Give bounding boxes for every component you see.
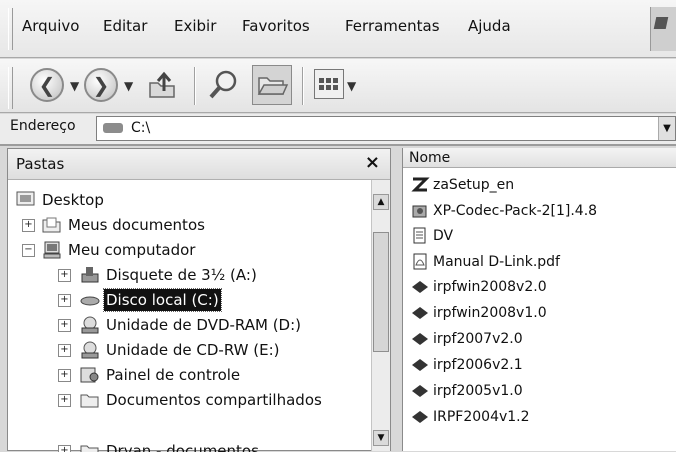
arrow-left-icon: ❮ [38, 73, 56, 97]
tree-item-documentos-compartilhados[interactable]: + Documentos compartilhados [58, 389, 368, 413]
file-name: irpfwin2008v2.0 [433, 279, 547, 295]
toolbar-grip[interactable] [8, 8, 13, 50]
cd-drive-icon [81, 341, 99, 359]
zonealarm-icon [411, 177, 430, 192]
hard-drive-icon [80, 296, 100, 306]
program-icon [412, 333, 428, 345]
address-bar: Endereço C:\ ▼ [0, 114, 676, 146]
computer-icon [43, 241, 61, 259]
file-name: irpf2005v1.0 [433, 383, 523, 399]
tree-item-label: Disco local (C:) [103, 288, 222, 312]
tree-item-cd-rw[interactable]: + Unidade de CD-RW (E:) [58, 339, 368, 363]
file-name: XP-Codec-Pack-2[1].4.8 [433, 203, 598, 219]
forward-button[interactable]: ❯ [84, 68, 118, 102]
tree-item-label: Unidade de CD-RW (E:) [106, 341, 280, 359]
tree-item-label: Meus documentos [68, 216, 205, 234]
close-pane-button[interactable]: × [365, 152, 380, 173]
up-folder-button[interactable] [144, 67, 180, 103]
tree-item-painel-de-controle[interactable]: + Painel de controle [58, 364, 368, 388]
address-value[interactable]: C:\ [131, 120, 150, 136]
folder-icon [80, 394, 99, 408]
file-name: Manual D-Link.pdf [433, 254, 560, 270]
file-name: irpfwin2008v1.0 [433, 305, 547, 321]
expand-toggle[interactable]: + [58, 294, 71, 307]
folders-button[interactable] [252, 65, 292, 105]
tree-item-dvd-ram[interactable]: + Unidade de DVD-RAM (D:) [58, 314, 368, 338]
file-name: irpf2007v2.0 [433, 331, 523, 347]
menu-arquivo[interactable]: Arquivo [22, 17, 79, 35]
control-panel-icon [80, 367, 99, 383]
scroll-thumb[interactable] [373, 232, 389, 352]
documents-folder-icon [42, 217, 61, 233]
document-icon [413, 227, 426, 244]
search-icon [209, 70, 237, 99]
collapse-toggle[interactable]: − [22, 244, 35, 257]
program-icon [412, 359, 428, 371]
tree-item-dryan-documentos[interactable]: + Dryan - documentos [58, 440, 368, 452]
standard-toolbar: ❮ ▼ ❯ ▼ ▼ [0, 59, 676, 113]
hard-drive-icon [103, 123, 123, 133]
floppy-drive-icon [81, 267, 99, 283]
expand-toggle[interactable]: + [58, 394, 71, 407]
file-name: DV [433, 228, 454, 244]
column-header-name[interactable]: Nome [403, 148, 676, 168]
tree-item-label: Dryan - documentos [106, 442, 259, 452]
tree-item-label: Desktop [42, 191, 104, 209]
installer-icon [412, 205, 427, 218]
file-name: IRPF2004v1.2 [433, 409, 530, 425]
file-name: irpf2006v2.1 [433, 357, 523, 373]
tree-item-label: Disquete de 3½ (A:) [106, 266, 257, 284]
back-dropdown-icon[interactable]: ▼ [70, 79, 79, 117]
back-button[interactable]: ❮ [30, 68, 64, 102]
folders-icon [257, 77, 289, 95]
desktop-icon [16, 191, 35, 206]
expand-toggle[interactable]: + [58, 319, 71, 332]
folders-pane: Pastas × Desktop + Meus documentos − Meu… [7, 148, 391, 452]
tree-item-label: Meu computador [68, 241, 196, 259]
menu-editar[interactable]: Editar [103, 17, 147, 35]
folders-pane-header: Pastas × [8, 149, 390, 180]
address-dropdown-icon[interactable]: ▼ [658, 117, 675, 140]
scroll-up-button[interactable]: ▲ [373, 194, 389, 210]
tree-item-label: Painel de controle [106, 366, 241, 384]
expand-toggle[interactable]: + [58, 269, 71, 282]
forward-dropdown-icon[interactable]: ▼ [124, 79, 133, 117]
program-icon [412, 411, 428, 423]
address-label: Endereço [10, 118, 76, 134]
pdf-icon [413, 253, 427, 270]
tree-item-label: Unidade de DVD-RAM (D:) [106, 316, 302, 334]
program-icon [412, 385, 428, 397]
menu-exibir[interactable]: Exibir [174, 17, 216, 35]
address-field[interactable]: C:\ ▼ [96, 116, 676, 141]
program-icon [412, 281, 428, 293]
file-list-pane: Nome zaSetup_en XP-Codec-Pack-2[1].4.8 D… [402, 148, 676, 451]
tree-item-meus-documentos[interactable]: + Meus documentos [16, 214, 296, 238]
expand-toggle[interactable]: + [58, 369, 71, 382]
file-name: zaSetup_en [433, 177, 515, 193]
scroll-down-button[interactable]: ▼ [373, 430, 389, 446]
folders-scrollbar[interactable]: ▲ ▼ [371, 180, 390, 451]
expand-toggle[interactable]: + [58, 344, 71, 357]
menu-favoritos[interactable]: Favoritos [242, 17, 310, 35]
expand-toggle[interactable]: + [22, 219, 35, 232]
toolbar-grip[interactable] [8, 67, 13, 109]
tree-item-meu-computador[interactable]: − Meu computador [16, 239, 296, 263]
views-dropdown-icon[interactable]: ▼ [347, 79, 356, 117]
menu-ferramentas[interactable]: Ferramentas [345, 17, 440, 35]
view-grid-icon [319, 78, 338, 90]
tree-item-disco-local[interactable]: + Disco local (C:) [58, 288, 358, 313]
tree-item-disquete[interactable]: + Disquete de 3½ (A:) [58, 264, 358, 288]
tree-item-label: Documentos compartilhados [106, 391, 322, 409]
menu-bar: Arquivo Editar Exibir Favoritos Ferramen… [0, 0, 676, 58]
search-button[interactable] [206, 67, 242, 103]
folders-pane-title: Pastas [16, 155, 65, 173]
arrow-right-icon: ❯ [92, 73, 110, 97]
folder-up-icon [149, 71, 175, 98]
views-button[interactable] [314, 69, 344, 99]
menu-ajuda[interactable]: Ajuda [468, 17, 511, 35]
dvd-drive-icon [81, 316, 99, 334]
program-icon [412, 307, 428, 319]
windows-logo-icon [650, 7, 676, 51]
